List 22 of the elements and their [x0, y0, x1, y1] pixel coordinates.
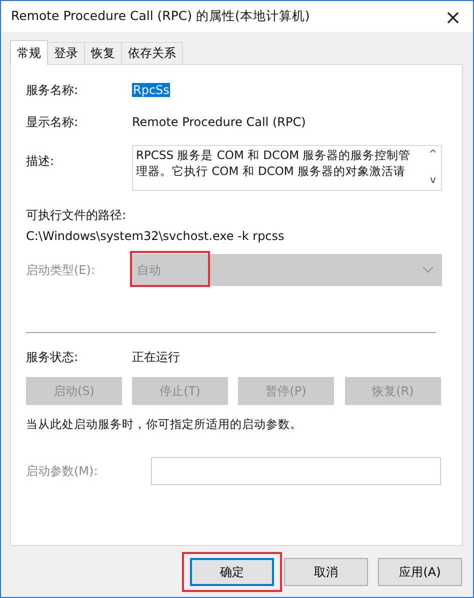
- close-button[interactable]: ×: [433, 1, 473, 32]
- field-label: 启动参数(M):: [26, 462, 99, 480]
- field-label: 可执行文件的路径:: [26, 207, 128, 224]
- dialog-button[interactable]: 确定: [190, 558, 274, 586]
- scroll-down-icon[interactable]: v: [430, 175, 436, 187]
- dialog-button[interactable]: 取消: [284, 558, 368, 586]
- description-box[interactable]: RPCSS 服务是 COM 和 DCOM 服务器的服务控制管理器。它执行 COM 和 DCOM 服务器的对象激活请 ^ v: [132, 145, 442, 191]
- field-label: 启动类型(E):: [26, 262, 96, 278]
- field-label: 显示名称:: [26, 114, 80, 130]
- scroll-up-icon[interactable]: ^: [428, 149, 438, 161]
- field-label: 描述:: [26, 153, 56, 170]
- window-title: Remote Procedure Call (RPC) 的属性(本地计算机): [11, 8, 310, 25]
- path-text: C:\Windows\system32\svchost.exe -k rpcss: [26, 229, 286, 243]
- field-label: 服务状态:: [26, 348, 80, 366]
- tab[interactable]: 依存关系: [121, 42, 183, 64]
- service-name-text: RpcSs: [132, 83, 170, 97]
- hint-text: 当从此处启动服务时，你可指定所适用的启动参数。: [26, 417, 303, 432]
- dialog-button[interactable]: 应用(A): [378, 558, 462, 586]
- status-text: 正在运行: [132, 348, 180, 366]
- field-label: 服务名称:: [26, 82, 80, 98]
- tab[interactable]: 常规: [10, 40, 48, 65]
- display-name-text: Remote Procedure Call (RPC): [132, 115, 306, 129]
